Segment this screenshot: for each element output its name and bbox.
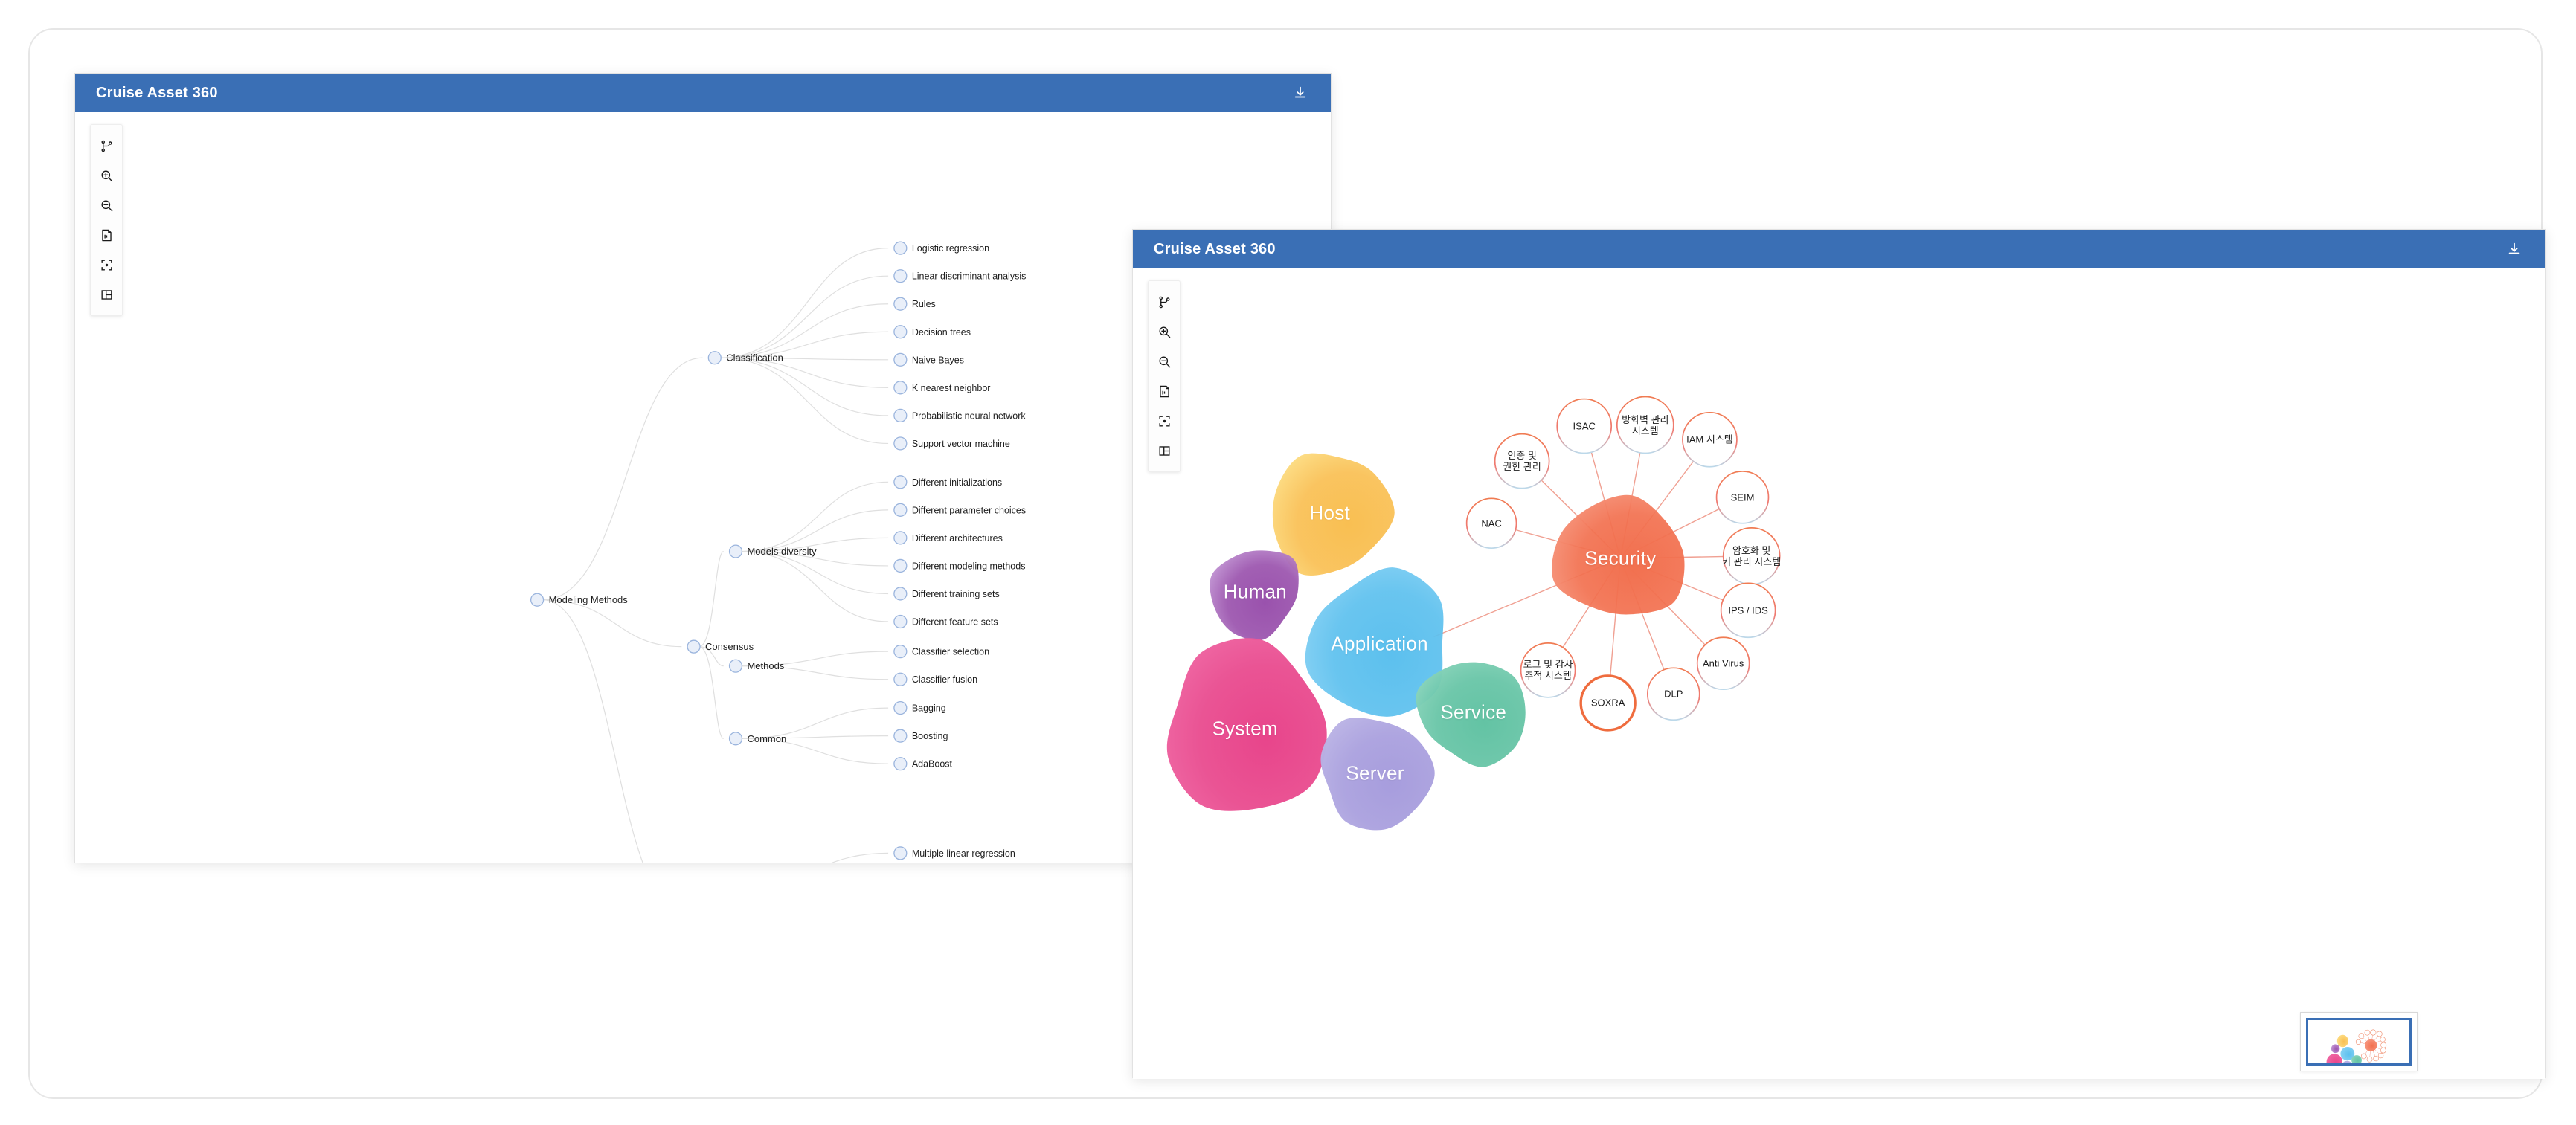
asset-blob[interactable] — [1166, 638, 1327, 811]
mindmap-node-label[interactable]: Different training sets — [912, 589, 1000, 599]
mindmap-node-label[interactable]: Classifier fusion — [912, 674, 977, 685]
mindmap-node-label[interactable]: Decision trees — [912, 327, 971, 338]
mindmap-node-label[interactable]: Boosting — [912, 731, 948, 741]
asset-blob[interactable] — [1552, 494, 1685, 615]
security-satellite-node[interactable] — [1616, 396, 1674, 454]
mindmap-node-label[interactable]: Support vector machine — [912, 439, 1010, 449]
security-satellite-node[interactable] — [1494, 433, 1550, 489]
asset-blob[interactable] — [1320, 718, 1435, 831]
security-satellite-node[interactable] — [1715, 470, 1770, 524]
mindmap-node-label[interactable]: Classification — [726, 352, 783, 364]
mindmap-node-label[interactable]: Different architectures — [912, 533, 1003, 544]
mindmap-node-label[interactable]: Classifier selection — [912, 647, 989, 657]
security-satellite-node[interactable] — [1556, 398, 1613, 454]
security-satellite-node[interactable] — [1579, 674, 1637, 732]
mindmap-node-label[interactable]: Models diversity — [747, 546, 817, 557]
window-header-mindmap: Cruise Asset 360 — [75, 74, 1331, 112]
bubble-canvas[interactable]: Host Human Application System Server Service S… — [1133, 268, 2545, 1079]
mindmap-node-label[interactable]: Different initializations — [912, 477, 1002, 488]
bubble-window: Cruise Asset 360 Host Human Application … — [1132, 229, 2546, 1079]
security-satellite-node[interactable] — [1722, 526, 1781, 585]
mindmap-node-label[interactable]: Different parameter choices — [912, 505, 1026, 515]
security-satellite-node[interactable] — [1465, 497, 1517, 549]
security-satellite-node[interactable] — [1520, 642, 1576, 698]
asset-blob[interactable] — [1210, 550, 1299, 641]
security-satellite-node[interactable] — [1720, 582, 1776, 639]
asset-blob[interactable] — [1416, 662, 1526, 767]
download-icon[interactable] — [1289, 82, 1311, 104]
mindmap-node-label[interactable]: Naive Bayes — [912, 355, 964, 365]
window-header-bubble: Cruise Asset 360 — [1133, 230, 2545, 268]
mindmap-node-label[interactable]: Different feature sets — [912, 617, 998, 628]
graph-minimap[interactable] — [2300, 1012, 2418, 1071]
mindmap-node-label[interactable]: Probabilistic neural network — [912, 410, 1027, 421]
mindmap-node-label[interactable]: Logistic regression — [912, 243, 989, 254]
security-satellite-node[interactable] — [1646, 667, 1700, 721]
mindmap-node-label[interactable]: Methods — [747, 660, 784, 671]
bubble-graph — [1166, 396, 1781, 831]
minimap-thumbnail — [2326, 1029, 2387, 1063]
mindmap-node-label[interactable]: Rules — [912, 299, 936, 309]
mindmap-node-label[interactable]: Linear discriminant analysis — [912, 271, 1027, 282]
mindmap-node-label[interactable]: Common — [747, 733, 786, 744]
mindmap-node-label[interactable]: Bagging — [912, 703, 946, 714]
page-frame: Cruise Asset 360 Logistic regression Lin… — [28, 28, 2546, 1099]
mindmap-node-label[interactable]: Modeling Methods — [549, 594, 629, 605]
minimap-viewport[interactable] — [2306, 1018, 2412, 1066]
window-title: Cruise Asset 360 — [96, 84, 218, 101]
mindmap-node-label[interactable]: Multiple linear regression — [912, 848, 1015, 859]
download-icon[interactable] — [2503, 238, 2525, 260]
mindmap-node-label[interactable]: AdaBoost — [912, 759, 953, 770]
mindmap-node-label[interactable]: Different modeling methods — [912, 561, 1026, 571]
mindmap-node-label[interactable]: K nearest neighbor — [912, 383, 991, 393]
window-title: Cruise Asset 360 — [1154, 240, 1276, 257]
security-satellite-node[interactable] — [1682, 411, 1738, 468]
mindmap-node-label[interactable]: Consensus — [705, 641, 754, 652]
security-satellite-node[interactable] — [1696, 636, 1750, 691]
